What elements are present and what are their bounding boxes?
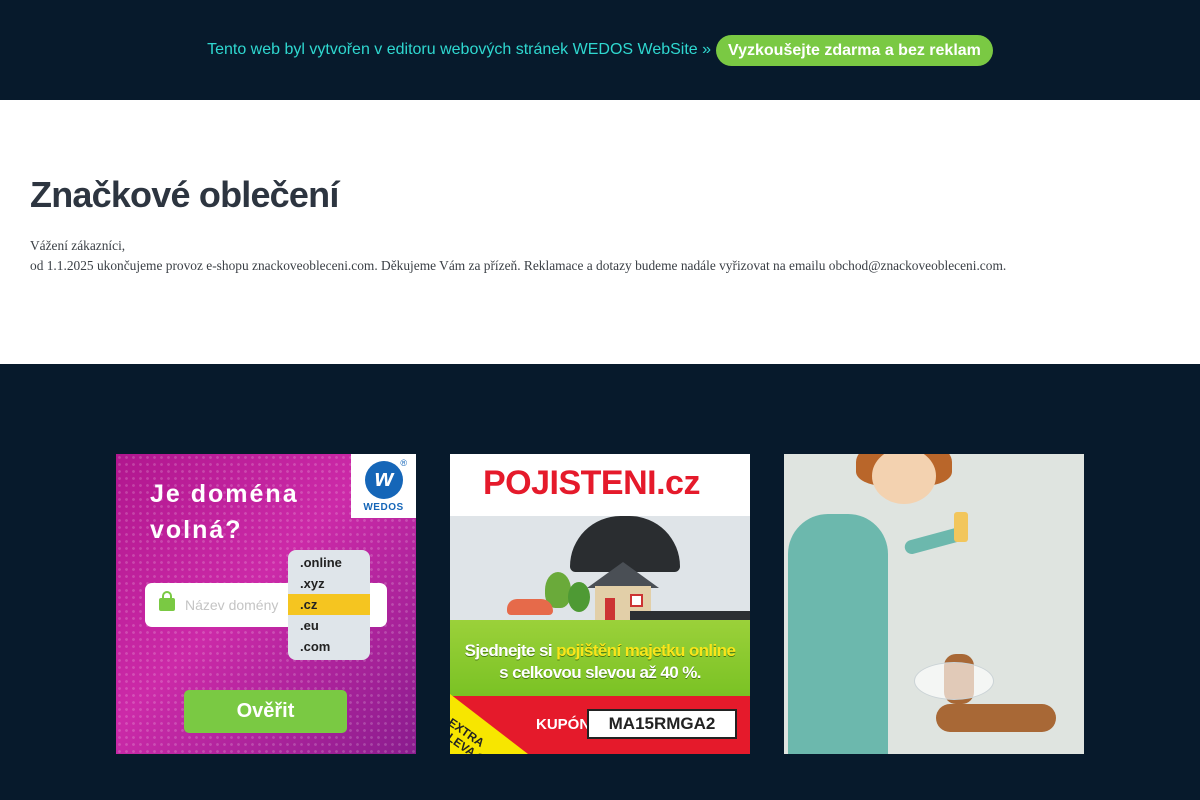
domain-placeholder: Název domény — [185, 597, 279, 613]
medicine-bottle-icon — [954, 512, 968, 542]
tld-option[interactable]: .online — [288, 552, 370, 573]
tld-option[interactable]: .com — [288, 636, 370, 657]
greeting-text: Vážení zákazníci, — [30, 238, 126, 253]
tld-list[interactable]: .online .xyz .cz .eu .com — [288, 550, 370, 660]
domain-banner[interactable]: Je doména volná? w ® WEDOS Název domény … — [116, 454, 416, 754]
promo-bar: Tento web byl vytvořen v editoru webovýc… — [0, 0, 1200, 100]
house-door — [605, 598, 615, 622]
vet-body — [788, 514, 888, 754]
dog-body — [936, 704, 1056, 732]
wedos-logo-mark-icon: w — [365, 461, 403, 499]
pojisteni-logo-text: POJISTENI — [483, 464, 657, 502]
vet-banner[interactable] — [784, 454, 1084, 754]
registered-mark-icon: ® — [400, 458, 407, 468]
car-icon — [507, 599, 553, 615]
pojisteni-logo-suffix: .cz — [656, 464, 700, 502]
tld-option[interactable]: .eu — [288, 615, 370, 636]
vet-face — [882, 464, 926, 498]
pojisteni-logo: POJISTENI.cz — [483, 464, 700, 503]
promo-text[interactable]: Tento web byl vytvořen v editoru webovýc… — [207, 41, 711, 59]
domain-banner-title: Je doména volná? — [150, 480, 299, 544]
verify-domain-button[interactable]: Ověřit — [184, 690, 347, 733]
lock-icon — [159, 591, 175, 611]
insurance-banner[interactable]: POJISTENI.cz Sjednejte si pojištění maje… — [450, 454, 750, 754]
page-title: Značkové oblečení — [30, 174, 339, 215]
wedos-logo: w ® WEDOS — [351, 454, 416, 518]
message-text: od 1.1.2025 ukončujeme provoz e-shopu zn… — [30, 258, 1007, 273]
offer-text-a: Sjednejte si — [464, 641, 557, 660]
notice-message: Vážení zákazníci, od 1.1.2025 ukončujeme… — [30, 236, 1006, 276]
offer-text-line2: s celkovou slevou až 40 %. — [499, 663, 701, 682]
insurance-logo-area: POJISTENI.cz — [450, 454, 750, 516]
insurance-offer-text: Sjednejte si pojištění majetku online s … — [450, 640, 750, 684]
dog-cone-icon — [914, 662, 994, 700]
try-free-button[interactable]: Vyzkoušejte zdarma a bez reklam — [716, 34, 993, 66]
tld-option[interactable]: .xyz — [288, 573, 370, 594]
wedos-logo-text: WEDOS — [363, 502, 404, 513]
kupon-code: MA15RMGA2 — [587, 709, 737, 739]
footer: Je doména volná? w ® WEDOS Název domény … — [0, 364, 1200, 800]
tld-option-selected[interactable]: .cz — [288, 594, 370, 615]
main-content: Značkové oblečení Vážení zákazníci, od 1… — [0, 100, 1200, 364]
house-window — [630, 594, 643, 607]
offer-text-highlight: pojištění majetku online — [556, 641, 736, 660]
house-roof-icon — [587, 562, 659, 588]
